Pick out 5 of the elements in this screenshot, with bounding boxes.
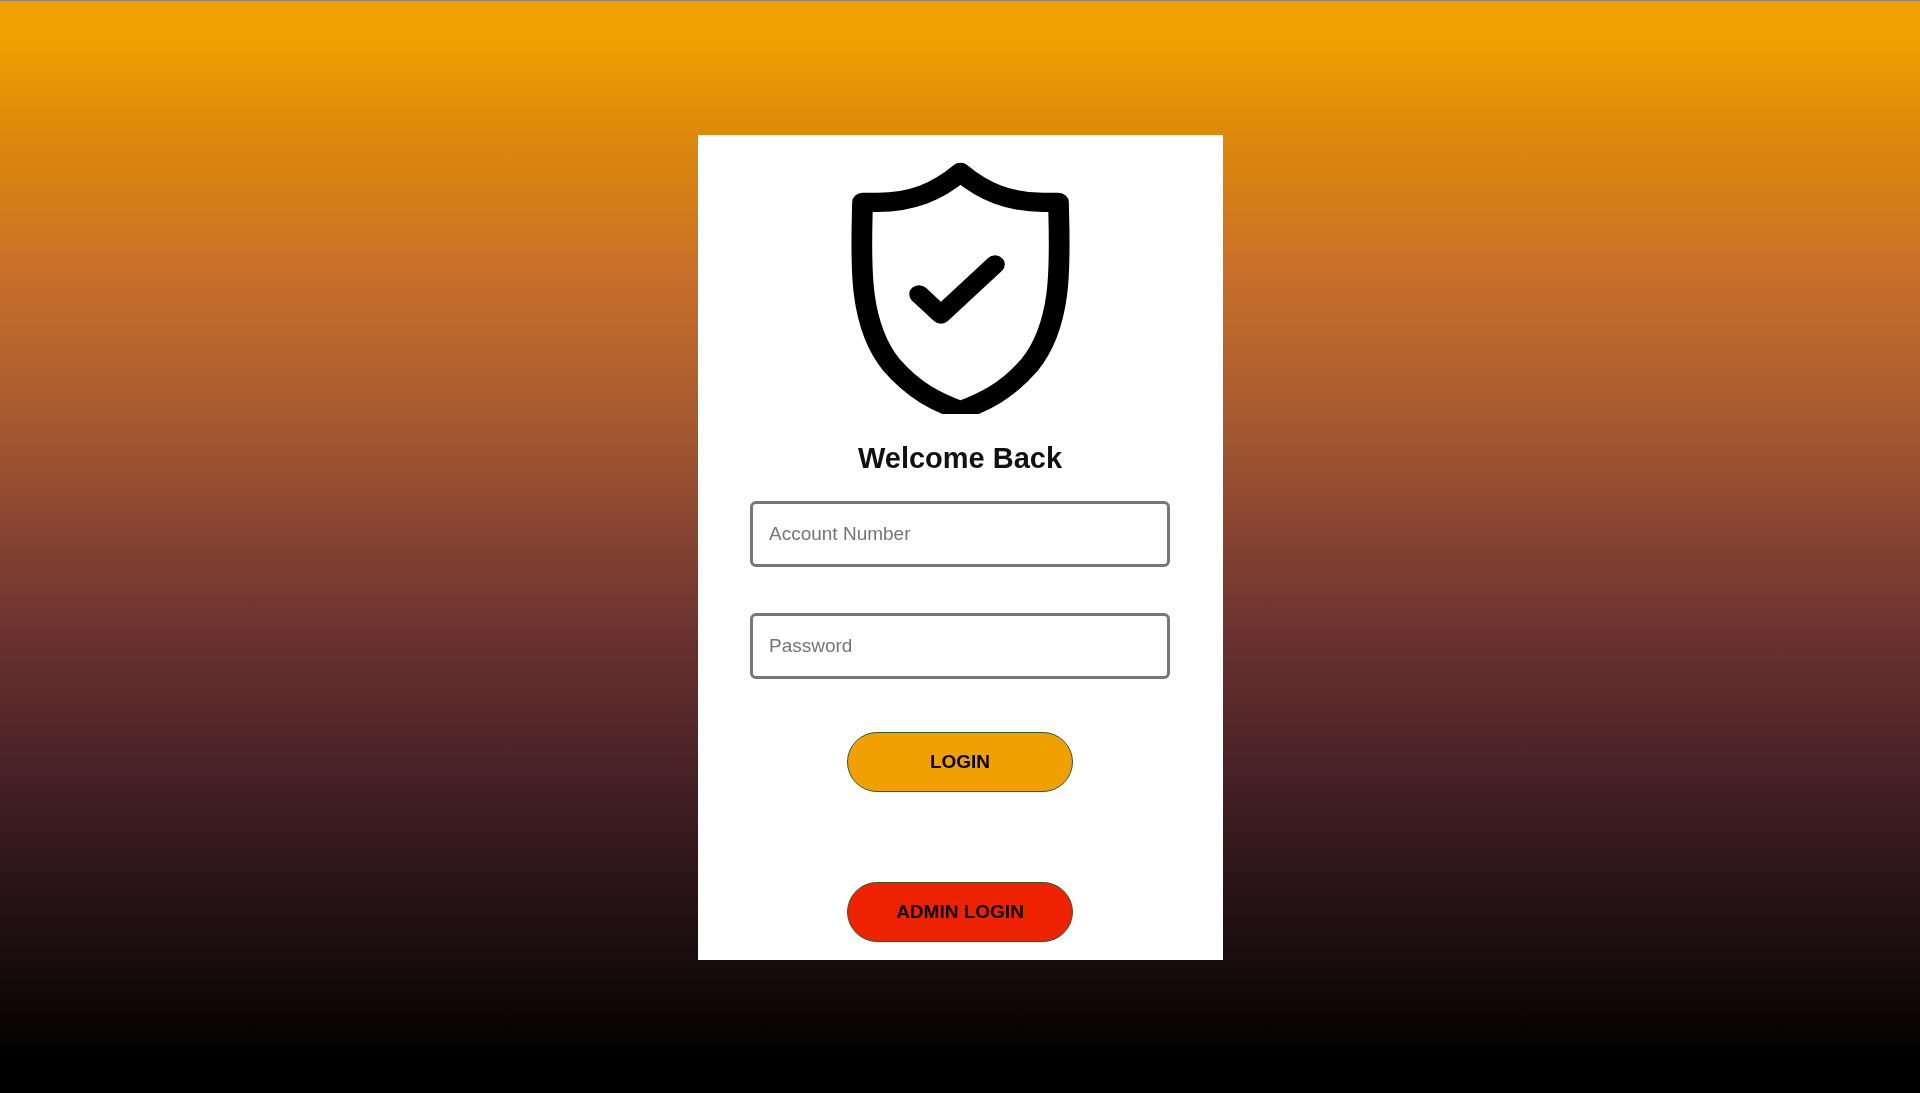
admin-login-button[interactable]: ADMIN LOGIN [847, 882, 1073, 942]
password-field[interactable]: Password [750, 613, 1170, 679]
login-button[interactable]: LOGIN [847, 732, 1073, 792]
account-number-field[interactable]: Account Number [750, 501, 1170, 567]
welcome-heading: Welcome Back [857, 444, 1063, 473]
